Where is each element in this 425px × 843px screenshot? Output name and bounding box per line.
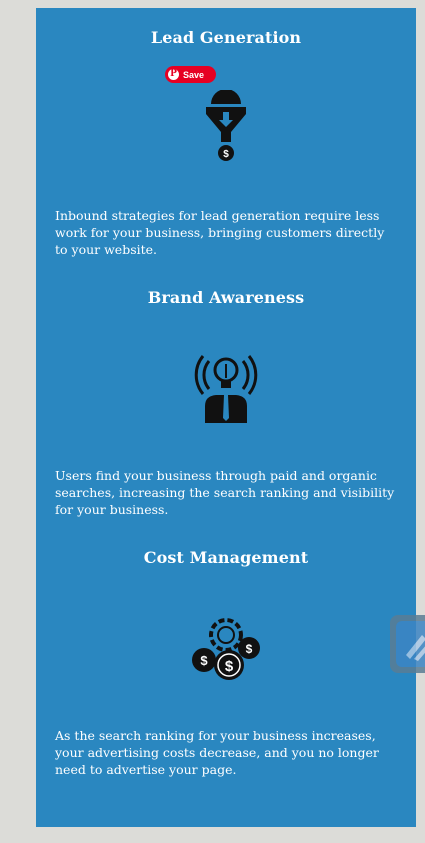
lightbulb-broadcast-icon <box>194 355 258 423</box>
section-title: Cost Management <box>143 548 309 567</box>
gear-dollar-coins-icon: $ $ $ <box>192 618 260 680</box>
section-description: Inbound strategies for lead generation r… <box>55 208 385 257</box>
feather-icon <box>406 635 425 661</box>
section-title: Brand Awareness <box>147 288 305 307</box>
pinterest-save-label: Save <box>183 69 205 80</box>
svg-text:$: $ <box>223 149 229 160</box>
section-cost-management: Cost Management <box>36 548 416 567</box>
svg-text:$: $ <box>246 642 253 656</box>
funnel-gear-icon: $ <box>206 90 246 161</box>
section-title: Lead Generation <box>150 28 302 47</box>
svg-text:$: $ <box>200 653 208 668</box>
section-brand-awareness: Brand Awareness <box>36 288 416 307</box>
floating-widget-button[interactable] <box>390 615 425 673</box>
benefits-panel: Lead Generation P Save $ Inbound strateg… <box>36 8 416 827</box>
section-lead-generation: Lead Generation <box>36 28 416 47</box>
pinterest-icon: P <box>168 69 179 80</box>
widget-icon <box>396 621 425 667</box>
section-description: Users find your business through paid an… <box>55 468 395 517</box>
pinterest-save-button[interactable]: P Save <box>165 66 216 83</box>
svg-text:$: $ <box>225 658 234 675</box>
section-description: As the search ranking for your business … <box>55 728 379 777</box>
